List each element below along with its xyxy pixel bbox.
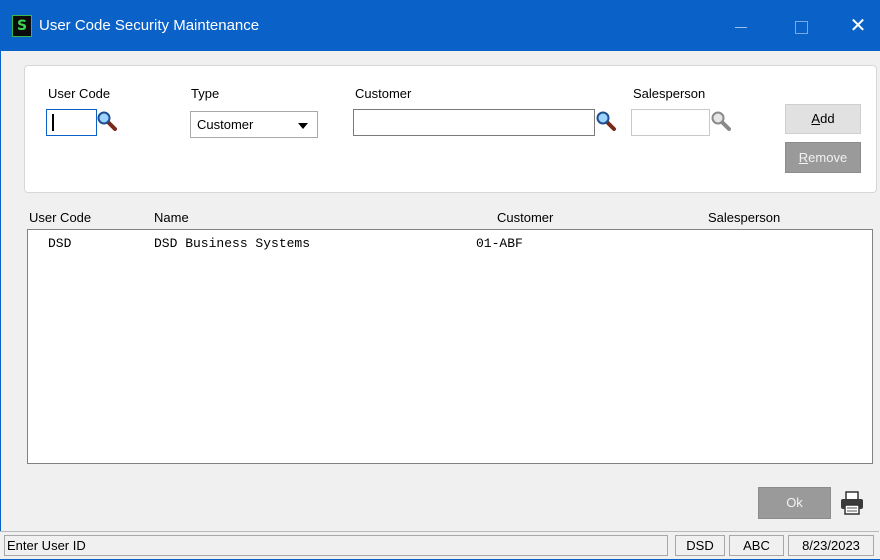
column-header-user-code[interactable]: User Code [29,210,91,225]
remove-button[interactable]: Remove [785,142,861,173]
ok-button[interactable]: Ok [758,487,831,519]
remove-button-label: emove [808,150,848,165]
salesperson-input [631,109,710,136]
row-user-code: DSD [48,236,72,251]
status-bar: Enter User ID DSD ABC 8/23/2023 [0,531,879,559]
status-user: DSD [675,535,725,556]
customer-lookup-icon[interactable] [596,111,616,131]
salesperson-lookup-icon [711,111,731,131]
remove-button-mnemonic: R [798,150,809,165]
row-customer: 01-ABF [476,236,523,251]
type-select[interactable]: Customer [190,111,318,138]
user-code-label: User Code [48,86,111,101]
app-icon: S [12,15,32,37]
window-title: User Code Security Maintenance [39,17,260,34]
user-code-input[interactable] [46,109,97,136]
salesperson-label: Salesperson [633,86,706,101]
maximize-icon [794,20,808,34]
column-header-customer[interactable]: Customer [497,210,553,225]
minimize-button[interactable] [718,1,764,51]
add-button-label: dd [820,111,835,126]
maximize-button[interactable] [778,1,824,51]
customer-label: Customer [355,86,412,101]
add-button[interactable]: Add [785,104,861,134]
status-message: Enter User ID [4,535,668,556]
column-header-name[interactable]: Name [154,210,189,225]
chevron-down-icon [298,123,308,129]
status-company: ABC [729,535,784,556]
customer-input[interactable] [353,109,595,136]
printer-icon[interactable] [839,490,865,516]
user-code-lookup-icon[interactable] [97,111,117,131]
minimize-icon [735,26,747,28]
security-grid[interactable]: DSD DSD Business Systems 01-ABF [27,229,873,464]
type-label: Type [191,86,220,101]
column-header-salesperson[interactable]: Salesperson [708,210,780,225]
row-name: DSD Business Systems [154,236,311,251]
text-caret [52,114,54,131]
add-button-mnemonic: A [811,111,821,126]
title-bar: S User Code Security Maintenance ✕ [1,1,880,51]
type-select-value: Customer [197,117,254,132]
status-date: 8/23/2023 [788,535,874,556]
close-button[interactable]: ✕ [835,1,880,51]
